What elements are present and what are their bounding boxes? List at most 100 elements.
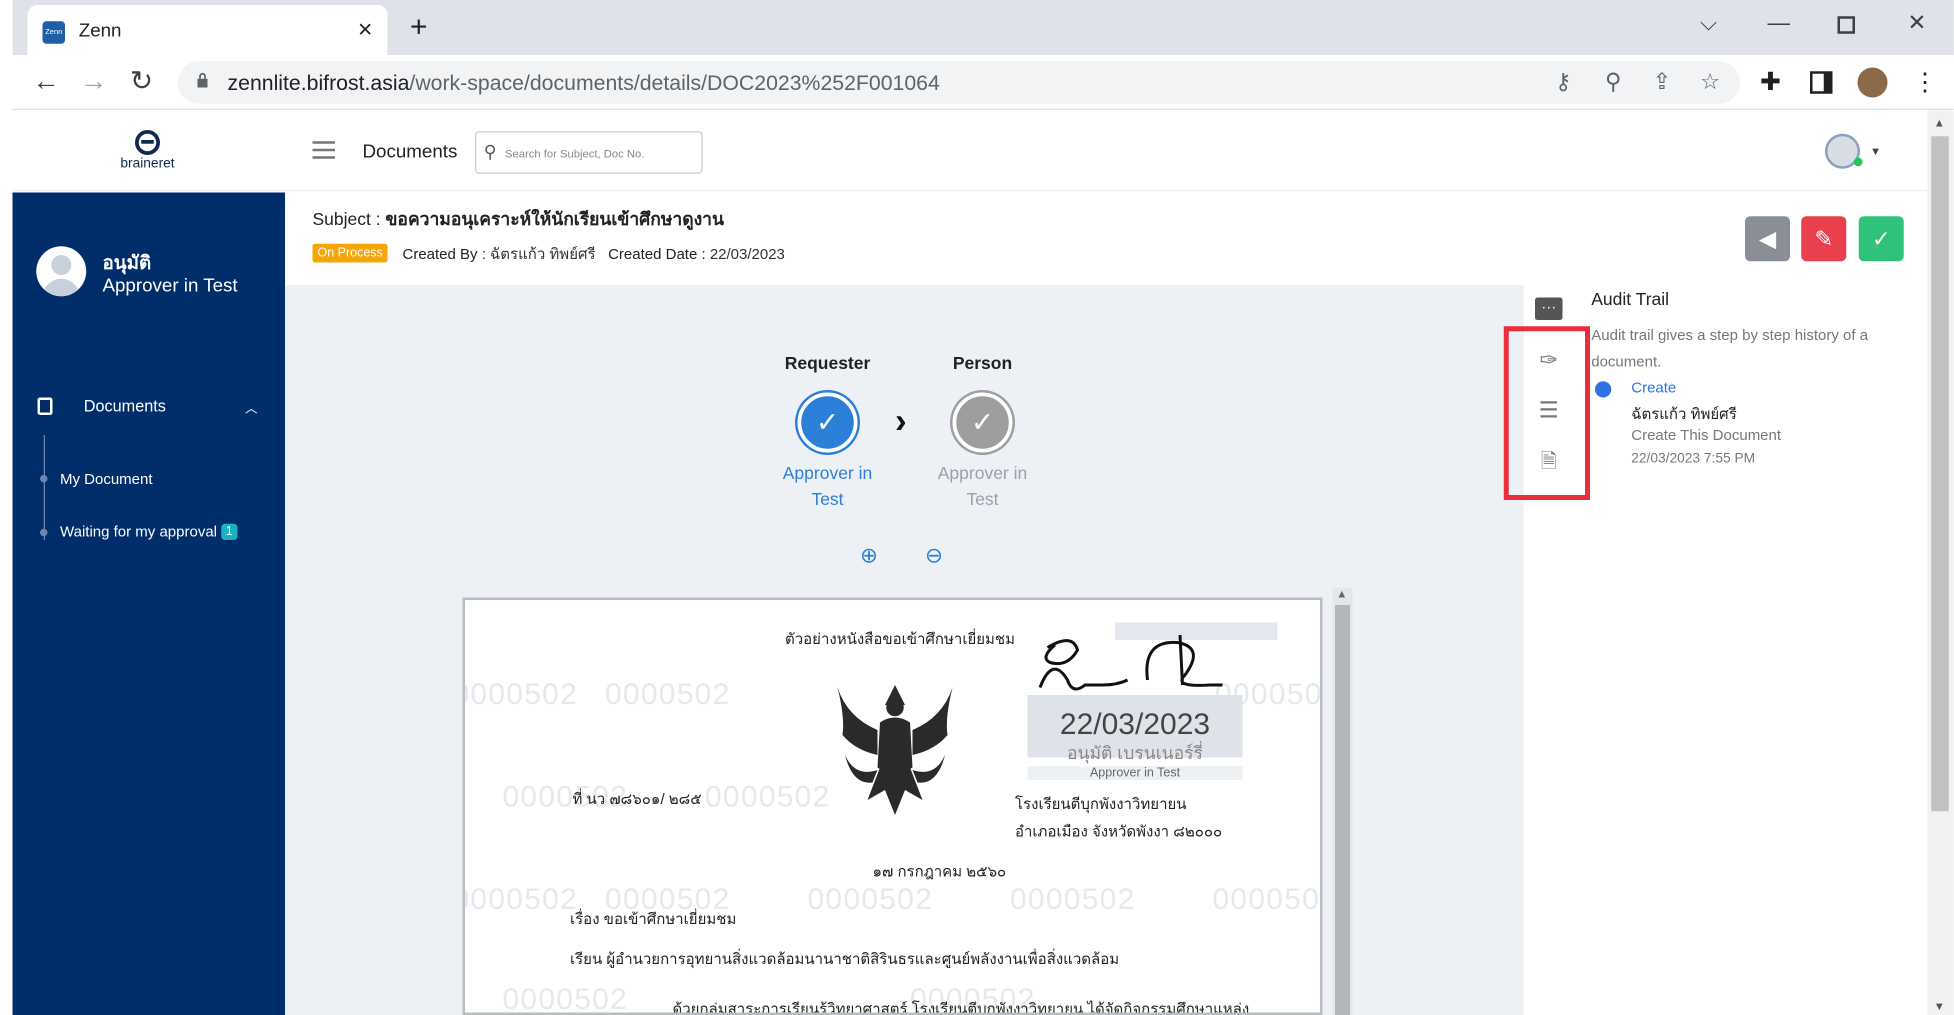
scrollbar-thumb[interactable] (1335, 605, 1350, 1015)
extensions-puzzle-icon[interactable]: ✚ (1760, 66, 1781, 97)
documents-copy-icon[interactable] (38, 398, 53, 416)
logo-mark-icon (135, 130, 160, 155)
edit-document-icon: ✎ (1814, 226, 1833, 251)
sidebar-user-name: อนุมัติ (103, 248, 152, 278)
status-badge: On Process (313, 244, 388, 263)
sidebar-item-label: Waiting for my approval (60, 523, 217, 541)
watermark-text: 0000502 (1010, 883, 1136, 918)
braineret-logo[interactable]: braineret (100, 130, 195, 171)
document-subject: Subject : ขอความอนุเคราะห์ให้นักเรียนเข้… (313, 206, 724, 234)
step-pending-check-icon: ✓ (953, 393, 1013, 453)
signature-image (1023, 630, 1236, 705)
audit-entry-note: Create This Document (1631, 426, 1781, 444)
check-icon: ✓ (1872, 226, 1891, 251)
count-badge: 1 (221, 524, 238, 540)
step-role-line: Test (920, 486, 1045, 512)
created-date-label: Created Date : (608, 245, 706, 263)
scrollbar-thumb[interactable] (1931, 136, 1949, 811)
hamburger-menu-icon[interactable] (313, 141, 336, 159)
window-close-icon[interactable]: ✕ (1908, 10, 1927, 36)
scroll-up-icon[interactable]: ▲ (1336, 588, 1347, 601)
sidebar-item-documents[interactable]: Documents (84, 396, 166, 415)
side-panel-icon[interactable] (1810, 71, 1833, 94)
step-name-person: Person (908, 353, 1058, 373)
browser-menu-icon[interactable]: ⋮ (1913, 66, 1938, 97)
step-name-requester: Requester (753, 353, 903, 373)
sidebar-item-waiting-approval[interactable]: Waiting for my approval1 (60, 523, 238, 541)
back-button[interactable]: ◀ (1745, 216, 1790, 261)
chevron-right-icon: › (895, 401, 907, 441)
document-meta: Created By : ฉัตรแก้ว ทิพย์ศรี Created D… (403, 243, 785, 267)
forward-arrow-icon[interactable]: → (80, 65, 108, 98)
stamp-name: อนุมัติ เบรนเนอร์รี่ (1028, 740, 1243, 768)
sidebar-tree-line (44, 435, 45, 540)
created-by-value: ฉัตรแก้ว ทิพย์ศรี (490, 245, 596, 263)
sidebar-item-my-document[interactable]: My Document (60, 470, 153, 488)
tree-dot-icon (40, 529, 48, 537)
profile-avatar-icon[interactable] (1858, 68, 1888, 98)
browser-tab[interactable]: Zenn Zenn × (28, 5, 388, 55)
step-role-line: Approver in (765, 460, 890, 486)
chevron-up-icon[interactable]: ︿ (245, 398, 258, 417)
minimize-icon[interactable]: — (1768, 10, 1791, 36)
search-icon: ⚲ (484, 141, 497, 162)
created-by-label: Created By : (403, 245, 486, 263)
zoom-out-icon[interactable]: ⊖ (925, 544, 943, 569)
step-done-check-icon: ✓ (798, 393, 858, 453)
approve-button[interactable]: ✓ (1859, 216, 1904, 261)
document-page: 0000502 0000502 0000502 0000502 0000502 … (463, 598, 1323, 1015)
audit-trail-title: Audit Trail (1591, 289, 1669, 309)
password-key-icon[interactable]: ⚷ (1555, 69, 1571, 95)
highlight-box (1504, 326, 1590, 500)
zoom-in-icon[interactable]: ⊕ (860, 544, 878, 569)
search-input[interactable]: ⚲ Search for Subject, Doc No. (475, 131, 703, 174)
letter-subject: เรื่อง ขอเข้าศึกษาเยี่ยมชม (570, 908, 736, 932)
url-text[interactable]: zennlite.bifrost.asia/work-space/documen… (228, 71, 940, 96)
zenn-favicon-icon: Zenn (43, 21, 66, 44)
step-role-line: Approver in (920, 460, 1045, 486)
user-menu-caret-icon[interactable]: ▼ (1870, 145, 1881, 158)
sidebar-user-role: Approver in Test (103, 275, 238, 296)
subject-text: ขอความอนุเคราะห์ให้นักเรียนเข้าศึกษาดูงา… (385, 209, 723, 229)
bookmark-star-icon[interactable]: ☆ (1700, 69, 1720, 95)
search-placeholder: Search for Subject, Doc No. (505, 148, 644, 161)
tab-close-icon[interactable]: × (358, 16, 373, 45)
new-tab-icon[interactable]: + (410, 10, 428, 45)
scroll-up-icon[interactable]: ▲ (1934, 116, 1945, 129)
letter-recipient: เรียน ผู้อำนวยการอุทยานสิ่งแวดล้อมนานาชา… (570, 948, 1119, 972)
garuda-emblem-icon (835, 680, 955, 820)
tab-search-icon[interactable]: ⌵ (1700, 10, 1717, 36)
comment-icon[interactable]: ··· (1535, 298, 1563, 321)
audit-entry-time: 22/03/2023 7:55 PM (1631, 451, 1755, 466)
back-arrow-icon[interactable]: ← (33, 65, 61, 98)
step-role-line: Test (765, 486, 890, 512)
document-scrollbar[interactable]: ▲ (1333, 588, 1353, 1015)
lock-icon (196, 73, 209, 88)
arrow-left-icon: ◀ (1759, 226, 1776, 251)
watermark-text: 0000502 (463, 883, 579, 918)
school-name: โรงเรียนตีบุกพังงาวิทยายน (1015, 793, 1187, 817)
scroll-down-icon[interactable]: ▼ (1934, 1000, 1945, 1013)
watermark-text: 0000502 (808, 883, 934, 918)
restore-icon[interactable] (1838, 16, 1856, 34)
stamp-role: Approver in Test (1028, 766, 1243, 780)
page-scrollbar[interactable]: ▲▼ (1928, 111, 1954, 1015)
share-icon[interactable]: ⇪ (1653, 69, 1672, 95)
created-date-value: 22/03/2023 (710, 245, 785, 263)
watermark-text: 0000502 (503, 983, 629, 1015)
watermark-text: 0000502 (463, 678, 579, 713)
step-role-requester: Approver inTest (765, 460, 890, 513)
letter-date: ๑๗ กรกฎาคม ๒๕๖๐ (873, 860, 1007, 884)
school-address: อำเภอเมือง จังหวัดพังงา ๘๒๐๐๐ (1015, 820, 1222, 844)
reload-icon[interactable]: ↻ (130, 65, 153, 98)
paper-heading: ตัวอย่างหนังสือขอเข้าศึกษาเยี่ยมชม (785, 628, 1015, 652)
watermark-text: 0000502 (705, 780, 831, 815)
zoom-icon[interactable]: ⚲ (1605, 69, 1621, 95)
watermark-text: 0000502 (1213, 883, 1323, 918)
reference-number: ที่ นว ๗๘๖๐๑/ ๒๘๕ (573, 788, 702, 812)
user-avatar[interactable] (1825, 134, 1860, 169)
tab-title: Zenn (79, 20, 122, 41)
audit-trail-description: Audit trail gives a step by step history… (1591, 323, 1916, 376)
reject-button[interactable]: ✎ (1801, 216, 1846, 261)
watermark-text: 0000502 (605, 678, 731, 713)
